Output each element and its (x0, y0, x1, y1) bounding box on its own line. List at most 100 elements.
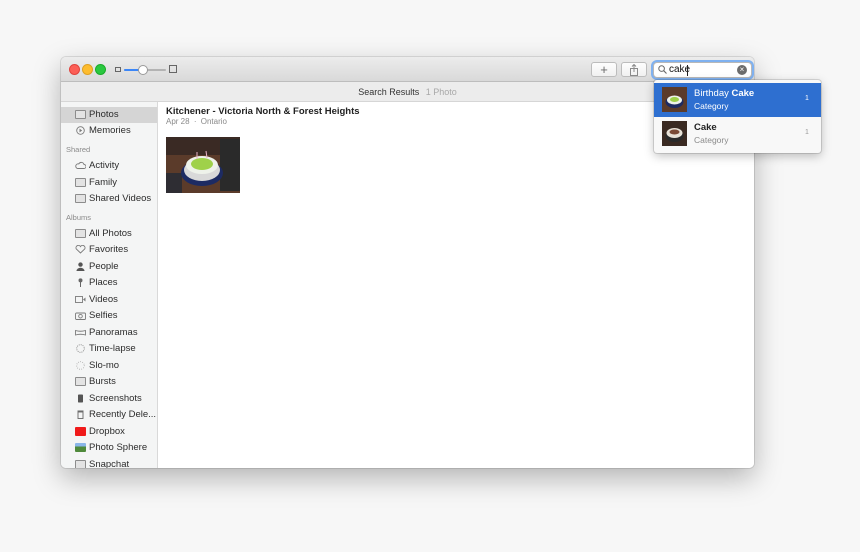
zoom-slider-knob[interactable] (138, 65, 148, 75)
phone-icon (78, 394, 83, 403)
memories-icon (76, 126, 85, 135)
clear-search-icon[interactable]: × (737, 65, 747, 75)
sidebar-item-label: Photo Sphere (89, 442, 148, 453)
suggestion-subtitle: Category (694, 135, 729, 145)
heart-icon (75, 245, 86, 254)
video-icon (75, 296, 86, 303)
sidebar-item-label: Slo-mo (89, 360, 120, 371)
sidebar-item-activity[interactable]: Activity (61, 158, 157, 174)
sidebar-item-all-photos[interactable]: All Photos (61, 226, 157, 242)
panorama-icon (75, 329, 86, 336)
photo-thumbnail[interactable] (166, 137, 240, 193)
suggestion-count: 1 (805, 95, 809, 102)
suggestion-match: Cake (731, 88, 755, 99)
sidebar-item-label: Recently Dele... (89, 409, 157, 420)
sidebar-item-label: Dropbox (89, 426, 125, 437)
album-icon (75, 178, 86, 187)
sidebar-item-label: Activity (89, 160, 120, 171)
sidebar-item-label: Bursts (89, 376, 116, 387)
sidebar-item-label: Favorites (89, 244, 129, 255)
text-caret (687, 65, 688, 76)
cake-thumbnail-image (662, 121, 687, 146)
close-button[interactable] (69, 64, 80, 75)
sidebar-item-slo-mo[interactable]: Slo-mo (61, 358, 157, 374)
plus-icon: + (600, 62, 608, 77)
sidebar-item-screenshots[interactable]: Screenshots (61, 391, 157, 407)
suggestion-title: Birthday Cake (694, 88, 754, 99)
bursts-icon (75, 377, 86, 386)
sidebar-item-label: All Photos (89, 228, 132, 239)
zoom-slider[interactable] (124, 65, 166, 75)
person-icon (76, 262, 85, 271)
sidebar-item-label: Snapchat (89, 459, 130, 468)
sidebar-item-label: Panoramas (89, 327, 138, 338)
add-button[interactable]: + (591, 62, 617, 77)
sidebar-item-snapchat[interactable]: Snapchat (61, 457, 157, 468)
sidebar-item-label: Photos (89, 109, 119, 120)
sidebar-item-favorites[interactable]: Favorites (61, 242, 157, 258)
moment-separator: · (193, 117, 197, 126)
sidebar-item-photos[interactable]: Photos (61, 107, 157, 123)
sidebar-item-selfies[interactable]: Selfies (61, 308, 157, 324)
fullscreen-button[interactable] (95, 64, 106, 75)
suggestion-birthday-cake[interactable]: Birthday Cake Category 1 (654, 83, 821, 117)
results-content: Kitchener - Victoria North & Forest Heig… (159, 102, 754, 468)
moment-subtitle: Apr 28 · Ontario (166, 117, 227, 126)
landscape-icon (75, 443, 86, 452)
suggestion-count: 1 (805, 129, 809, 136)
sidebar-item-label: Family (89, 177, 117, 188)
search-suggestions: Birthday Cake Category 1 Cake Category 1 (654, 80, 821, 153)
minimize-button[interactable] (82, 64, 93, 75)
cake-thumbnail-image (662, 87, 687, 112)
sidebar-item-photo-sphere[interactable]: Photo Sphere (61, 440, 157, 456)
sidebar-item-places[interactable]: Places (61, 275, 157, 291)
results-count: 1 Photo (425, 87, 457, 97)
sidebar-item-bursts[interactable]: Bursts (61, 374, 157, 390)
photos-window: + cake × Search Results 1 Photo Photos M… (61, 57, 754, 468)
sidebar-item-label: Places (89, 277, 118, 288)
suggestion-cake[interactable]: Cake Category 1 (654, 117, 821, 151)
zoom-out-icon[interactable] (115, 67, 121, 72)
suggestion-thumbnail (662, 121, 687, 146)
sidebar-item-family[interactable]: Family (61, 175, 157, 191)
sidebar-item-people[interactable]: People (61, 259, 157, 275)
sidebar-item-label: Selfies (89, 310, 118, 321)
search-icon (658, 65, 667, 74)
zoom-in-icon[interactable] (169, 65, 177, 73)
sidebar-item-time-lapse[interactable]: Time-lapse (61, 341, 157, 357)
results-title: Search Results (358, 87, 420, 97)
share-button[interactable] (621, 62, 647, 77)
sidebar-item-dropbox[interactable]: Dropbox (61, 424, 157, 440)
sidebar: Photos Memories Shared Activity Family S… (61, 102, 158, 468)
sidebar-item-label: Memories (89, 125, 131, 136)
sidebar-item-label: Screenshots (89, 393, 142, 404)
sidebar-section-albums: Albums (66, 213, 92, 222)
sidebar-item-memories[interactable]: Memories (61, 123, 157, 139)
album-icon (75, 460, 86, 468)
sidebar-item-recently-deleted[interactable]: Recently Dele... (61, 407, 157, 423)
sidebar-item-panoramas[interactable]: Panoramas (61, 325, 157, 341)
suggestion-title: Cake (694, 122, 717, 133)
photos-icon (75, 110, 86, 119)
album-icon (75, 229, 86, 238)
suggestion-subtitle: Category (694, 101, 729, 111)
sidebar-item-label: Videos (89, 294, 118, 305)
suggestion-match: Cake (694, 122, 717, 133)
suggestion-thumbnail (662, 87, 687, 112)
cloud-icon (75, 161, 86, 169)
moment-date: Apr 28 (166, 117, 190, 126)
camera-icon (75, 312, 86, 320)
sidebar-item-shared-videos[interactable]: Shared Videos (61, 191, 157, 207)
dropbox-icon (75, 427, 86, 436)
cake-photo-image (166, 137, 240, 193)
sidebar-item-label: People (89, 261, 119, 272)
share-icon (630, 63, 638, 76)
sidebar-section-shared: Shared (66, 145, 91, 154)
title-bar: + cake × (61, 57, 754, 82)
suggestion-prefix: Birthday (694, 88, 732, 99)
slomo-icon (76, 361, 85, 370)
trash-icon (77, 410, 84, 419)
search-field[interactable]: cake × (653, 62, 752, 78)
results-header: Search Results 1 Photo (61, 82, 754, 102)
sidebar-item-videos[interactable]: Videos (61, 292, 157, 308)
